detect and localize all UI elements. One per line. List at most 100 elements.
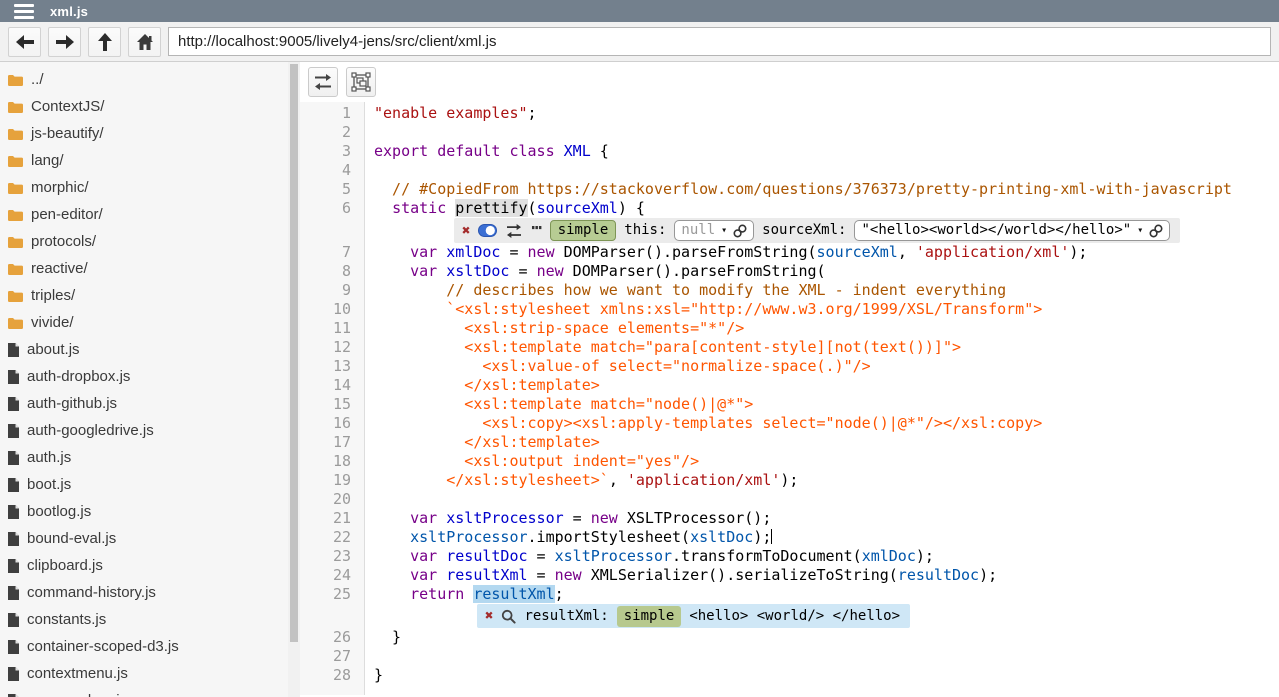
url-input[interactable]: [168, 27, 1271, 56]
code-line[interactable]: 22 xsltProcessor.importStylesheet(xsltDo…: [300, 528, 1279, 547]
sidebar-scrollbar[interactable]: [288, 62, 300, 697]
code-line[interactable]: 9 // describes how we want to modify the…: [300, 281, 1279, 300]
code-text[interactable]: }: [365, 628, 401, 647]
code-area[interactable]: 1"enable examples";23export default clas…: [300, 102, 1279, 695]
code-text[interactable]: [365, 161, 374, 180]
up-button[interactable]: [88, 27, 121, 57]
code-text[interactable]: "enable examples";: [365, 104, 537, 123]
code-line[interactable]: 2: [300, 123, 1279, 142]
close-icon[interactable]: ✖: [462, 224, 470, 238]
sidebar-file-item[interactable]: bootlog.js: [0, 498, 288, 525]
sidebar-folder-item[interactable]: js-beautify/: [0, 120, 288, 147]
code-text[interactable]: <xsl:value-of select="normalize-space(.)…: [365, 357, 871, 376]
sidebar-scrollbar-thumb[interactable]: [290, 64, 298, 642]
code-text[interactable]: }: [365, 666, 383, 685]
sidebar-file-item[interactable]: auth-dropbox.js: [0, 363, 288, 390]
code-line[interactable]: 24 var resultXml = new XMLSerializer().s…: [300, 566, 1279, 585]
sidebar-file-item[interactable]: auth.js: [0, 444, 288, 471]
code-text[interactable]: var resultDoc = xsltProcessor.transformT…: [365, 547, 934, 566]
forward-button[interactable]: [48, 27, 81, 57]
hamburger-icon[interactable]: [14, 4, 34, 19]
close-icon[interactable]: ✖: [485, 609, 493, 623]
link-icon[interactable]: [1149, 224, 1163, 238]
code-line[interactable]: 28}: [300, 666, 1279, 685]
code-text[interactable]: </xsl:template>: [365, 433, 600, 452]
code-line[interactable]: 20: [300, 490, 1279, 509]
code-line[interactable]: 4: [300, 161, 1279, 180]
sidebar-file-item[interactable]: clipboard.js: [0, 552, 288, 579]
code-text[interactable]: // #CopiedFrom https://stackoverflow.com…: [365, 180, 1232, 199]
sidebar-folder-item[interactable]: protocols/: [0, 228, 288, 255]
code-line[interactable]: 27: [300, 647, 1279, 666]
sidebar-folder-item[interactable]: ContextJS/: [0, 93, 288, 120]
code-lines[interactable]: 1"enable examples";23export default clas…: [300, 102, 1279, 685]
code-text[interactable]: var xsltDoc = new DOMParser().parseFromS…: [365, 262, 826, 281]
this-value-dropdown[interactable]: null ▾: [674, 220, 754, 241]
sidebar-file-item[interactable]: bound-eval.js: [0, 525, 288, 552]
sidebar-file-item[interactable]: about.js: [0, 336, 288, 363]
code-text[interactable]: return resultXml;: [365, 585, 564, 604]
code-line[interactable]: 11 <xsl:strip-space elements="*"/>: [300, 319, 1279, 338]
sidebar-file-item[interactable]: command-history.js: [0, 579, 288, 606]
sidebar-folder-item[interactable]: reactive/: [0, 255, 288, 282]
code-text[interactable]: var resultXml = new XMLSerializer().seri…: [365, 566, 997, 585]
link-icon[interactable]: [733, 224, 747, 238]
code-line[interactable]: 18 <xsl:output indent="yes"/>: [300, 452, 1279, 471]
code-text[interactable]: export default class XML {: [365, 142, 609, 161]
probe-mode-badge[interactable]: simple: [550, 220, 617, 241]
swap-button[interactable]: [308, 67, 338, 97]
code-text[interactable]: var xmlDoc = new DOMParser().parseFromSt…: [365, 243, 1087, 262]
code-line[interactable]: 3export default class XML {: [300, 142, 1279, 161]
home-button[interactable]: [128, 27, 161, 57]
code-line[interactable]: 14 </xsl:template>: [300, 376, 1279, 395]
toggle-on-icon[interactable]: [478, 224, 497, 237]
sidebar-folder-item[interactable]: morphic/: [0, 174, 288, 201]
code-text[interactable]: <xsl:template match="node()|@*">: [365, 395, 753, 414]
code-line[interactable]: 16 <xsl:copy><xsl:apply-templates select…: [300, 414, 1279, 433]
code-text[interactable]: <xsl:copy><xsl:apply-templates select="n…: [365, 414, 1042, 433]
sidebar-file-item[interactable]: crayoncolors.js: [0, 687, 288, 697]
code-text[interactable]: [365, 123, 374, 142]
code-text[interactable]: <xsl:output indent="yes"/>: [365, 452, 699, 471]
code-line[interactable]: 23 var resultDoc = xsltProcessor.transfo…: [300, 547, 1279, 566]
bounds-button[interactable]: [346, 67, 376, 97]
sourcexml-value-dropdown[interactable]: "<hello><world></world></hello>" ▾: [854, 220, 1170, 241]
sidebar-file-item[interactable]: contextmenu.js: [0, 660, 288, 687]
code-text[interactable]: static prettify(sourceXml) {: [365, 199, 645, 218]
code-line[interactable]: 15 <xsl:template match="node()|@*">: [300, 395, 1279, 414]
code-text[interactable]: </xsl:template>: [365, 376, 600, 395]
code-text[interactable]: `<xsl:stylesheet xmlns:xsl="http://www.w…: [365, 300, 1042, 319]
code-line[interactable]: 10 `<xsl:stylesheet xmlns:xsl="http://ww…: [300, 300, 1279, 319]
code-text[interactable]: [365, 647, 374, 666]
code-line[interactable]: 12 <xsl:template match="para[content-sty…: [300, 338, 1279, 357]
code-line[interactable]: 8 var xsltDoc = new DOMParser().parseFro…: [300, 262, 1279, 281]
code-line[interactable]: 13 <xsl:value-of select="normalize-space…: [300, 357, 1279, 376]
code-line[interactable]: 17 </xsl:template>: [300, 433, 1279, 452]
code-line[interactable]: 21 var xsltProcessor = new XSLTProcessor…: [300, 509, 1279, 528]
code-line[interactable]: 26 }: [300, 628, 1279, 647]
back-button[interactable]: [8, 27, 41, 57]
code-text[interactable]: <xsl:template match="para[content-style]…: [365, 338, 961, 357]
sidebar-folder-item[interactable]: ../: [0, 66, 288, 93]
sidebar-file-item[interactable]: boot.js: [0, 471, 288, 498]
probe-mode-badge[interactable]: simple: [617, 606, 682, 627]
sidebar-file-item[interactable]: auth-googledrive.js: [0, 417, 288, 444]
code-line[interactable]: 19 </xsl:stylesheet>`, 'application/xml'…: [300, 471, 1279, 490]
sidebar-folder-item[interactable]: triples/: [0, 282, 288, 309]
sidebar-file-item[interactable]: constants.js: [0, 606, 288, 633]
sidebar-file-item[interactable]: container-scoped-d3.js: [0, 633, 288, 660]
code-text[interactable]: <xsl:strip-space elements="*"/>: [365, 319, 744, 338]
code-text[interactable]: var xsltProcessor = new XSLTProcessor();: [365, 509, 771, 528]
sidebar-folder-item[interactable]: pen-editor/: [0, 201, 288, 228]
sidebar-folder-item[interactable]: vivide/: [0, 309, 288, 336]
search-icon[interactable]: [501, 609, 516, 624]
code-line[interactable]: 5 // #CopiedFrom https://stackoverflow.c…: [300, 180, 1279, 199]
code-text[interactable]: </xsl:stylesheet>`, 'application/xml');: [365, 471, 798, 490]
code-text[interactable]: [365, 490, 374, 509]
ellipsis-icon[interactable]: ⋯: [531, 220, 541, 237]
swap-arrows-icon[interactable]: [505, 224, 523, 238]
code-line[interactable]: 7 var xmlDoc = new DOMParser().parseFrom…: [300, 243, 1279, 262]
sidebar-file-item[interactable]: auth-github.js: [0, 390, 288, 417]
code-text[interactable]: xsltProcessor.importStylesheet(xsltDoc);: [365, 528, 772, 547]
code-line[interactable]: 6 static prettify(sourceXml) {: [300, 199, 1279, 218]
